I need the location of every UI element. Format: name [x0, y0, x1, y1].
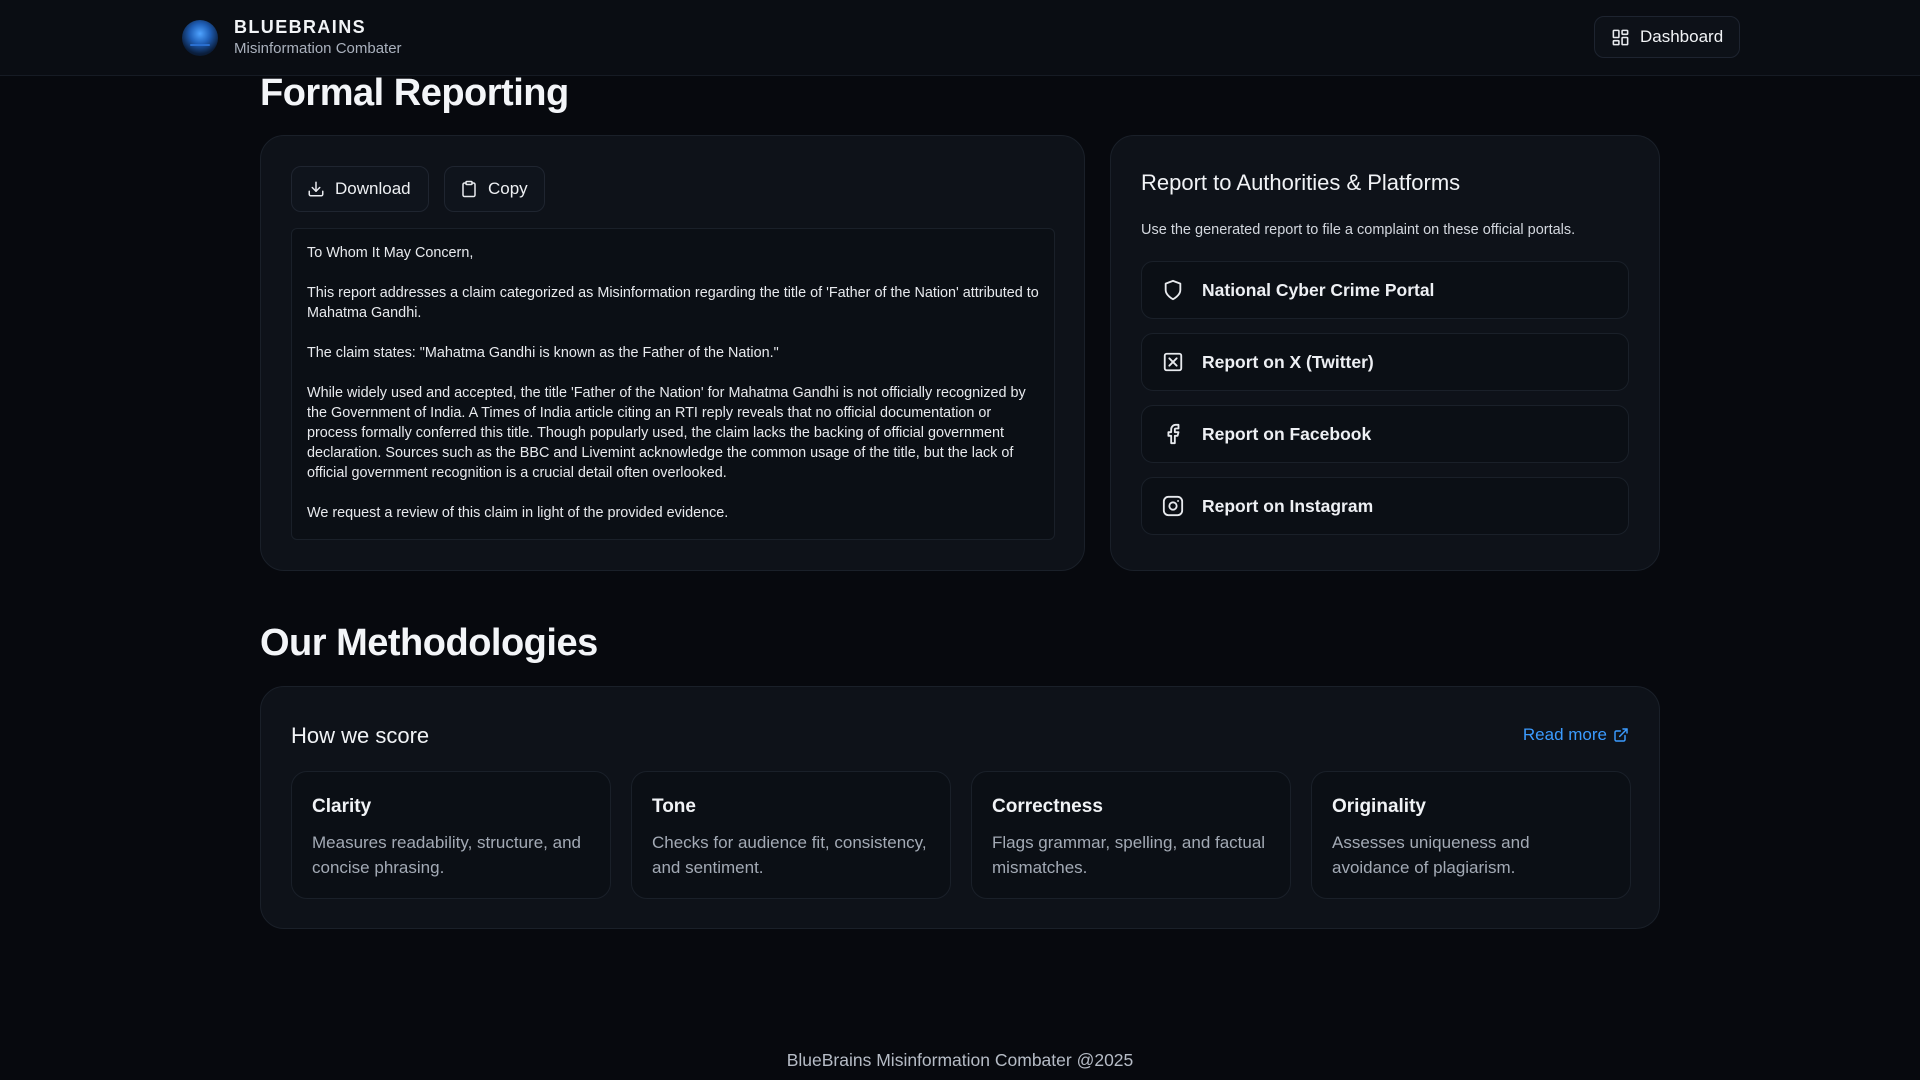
- report-on-instagram-link[interactable]: Report on Instagram: [1141, 477, 1629, 535]
- criterion-title: Tone: [652, 796, 696, 817]
- dashboard-button[interactable]: Dashboard: [1594, 16, 1740, 58]
- download-icon: [307, 180, 325, 198]
- report-paragraph: We request a review of this claim in lig…: [307, 505, 729, 521]
- clipboard-icon: [460, 180, 478, 198]
- brand-text: BLUEBRAINS Misinformation Combater: [234, 16, 402, 59]
- auth-item-label: Report on Facebook: [1202, 423, 1372, 444]
- brand-name: BLUEBRAINS: [234, 17, 367, 37]
- criterion-description: Flags grammar, spelling, and factual mis…: [992, 833, 1266, 877]
- download-button[interactable]: Download: [291, 166, 429, 212]
- how-we-score-card: How we score Read more Clarity Measures …: [260, 686, 1660, 929]
- footer-text: BlueBrains Misinformation Combater @2025: [786, 1050, 1134, 1070]
- formal-reporting-title: Formal Reporting: [260, 72, 569, 114]
- report-paragraph: This report addresses a claim categorize…: [307, 285, 1039, 321]
- auth-item-label: Report on X (Twitter): [1202, 351, 1374, 372]
- top-navigation-bar: BLUEBRAINS Misinformation Combater Dashb…: [0, 0, 1920, 76]
- criterion-description: Measures readability, structure, and con…: [312, 833, 581, 877]
- auth-item-label: National Cyber Crime Portal: [1202, 279, 1435, 300]
- criterion-description: Assesses uniqueness and avoidance of pla…: [1332, 833, 1530, 877]
- criterion-title: Originality: [1332, 796, 1426, 817]
- report-paragraph: To Whom It May Concern,: [307, 245, 474, 261]
- facebook-icon: [1162, 423, 1184, 445]
- generated-report-text[interactable]: To Whom It May Concern, This report addr…: [291, 228, 1055, 540]
- auth-item-label: Report on Instagram: [1202, 495, 1374, 516]
- clarity-criterion-card: Clarity Measures readability, structure,…: [291, 771, 611, 899]
- formal-report-card: Download Copy To Whom It May Concern, Th…: [260, 135, 1085, 571]
- x-icon: [1162, 351, 1184, 373]
- brand-subtitle: Misinformation Combater: [234, 40, 402, 57]
- report-paragraph: The claim states: "Mahatma Gandhi is kno…: [307, 345, 779, 361]
- national-cyber-crime-portal-link[interactable]: National Cyber Crime Portal: [1141, 261, 1629, 319]
- how-we-score-title: How we score: [291, 723, 430, 748]
- read-more-label: Read more: [1522, 725, 1607, 744]
- correctness-criterion-card: Correctness Flags grammar, spelling, and…: [971, 771, 1291, 899]
- instagram-icon: [1162, 495, 1184, 517]
- report-paragraph: While widely used and accepted, the titl…: [307, 385, 1026, 481]
- tone-criterion-card: Tone Checks for audience fit, consistenc…: [631, 771, 951, 899]
- criterion-description: Checks for audience fit, consistency, an…: [652, 833, 927, 877]
- originality-criterion-card: Originality Assesses uniqueness and avoi…: [1311, 771, 1631, 899]
- methodologies-title: Our Methodologies: [260, 622, 598, 664]
- brand[interactable]: BLUEBRAINS Misinformation Combater: [182, 16, 402, 59]
- dashboard-label: Dashboard: [1640, 27, 1724, 46]
- read-more-link[interactable]: Read more: [1523, 725, 1629, 745]
- copy-button[interactable]: Copy: [444, 166, 545, 212]
- dashboard-grid-icon: [1611, 28, 1630, 47]
- external-link-icon: [1613, 727, 1629, 743]
- authorities-subtitle: Use the generated report to file a compl…: [1141, 222, 1576, 238]
- criterion-title: Correctness: [992, 796, 1103, 817]
- bluebrains-logo: [182, 19, 218, 56]
- report-on-x-link[interactable]: Report on X (Twitter): [1141, 333, 1629, 391]
- authorities-title: Report to Authorities & Platforms: [1141, 170, 1461, 195]
- criterion-title: Clarity: [312, 796, 372, 817]
- authorities-card: Report to Authorities & Platforms Use th…: [1110, 135, 1660, 571]
- report-on-facebook-link[interactable]: Report on Facebook: [1141, 405, 1629, 463]
- download-label: Download: [335, 179, 411, 198]
- copy-label: Copy: [488, 179, 528, 198]
- shield-icon: [1162, 279, 1184, 301]
